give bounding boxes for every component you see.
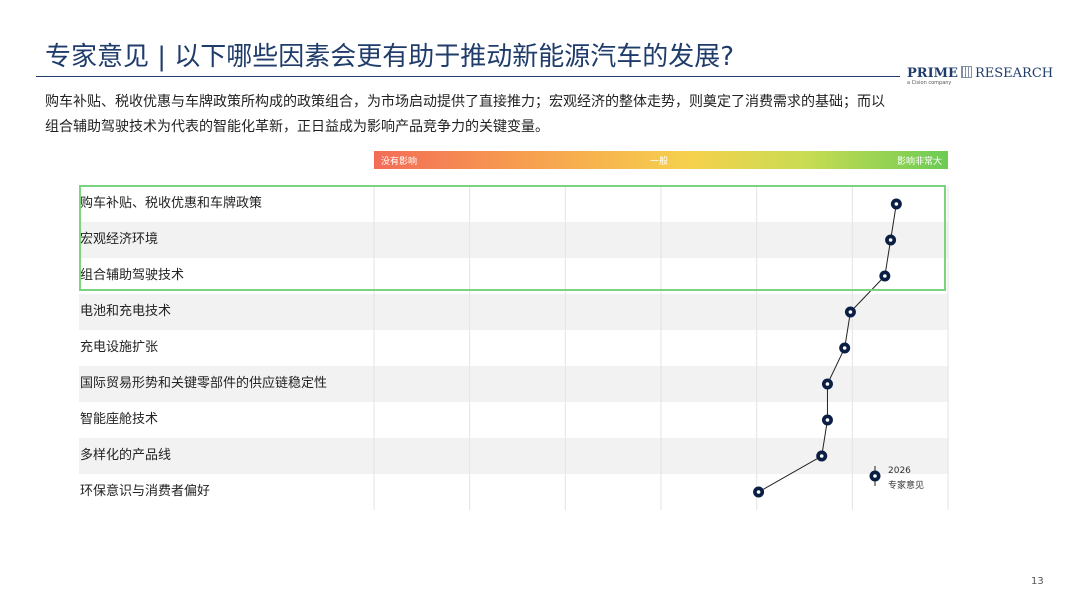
data-point-center <box>842 346 847 350</box>
page-number: 13 <box>1031 576 1044 587</box>
highlight-box <box>79 185 946 291</box>
data-point-center <box>825 382 830 386</box>
data-point-center <box>825 418 830 422</box>
legend-label: 专家意见 <box>888 481 925 491</box>
data-point-center <box>819 454 824 458</box>
data-point-center <box>756 490 761 494</box>
legend-marker-center <box>873 474 877 478</box>
chart-plot <box>373 186 949 510</box>
data-point-center <box>848 310 853 314</box>
legend-year: 2026 <box>888 466 911 476</box>
